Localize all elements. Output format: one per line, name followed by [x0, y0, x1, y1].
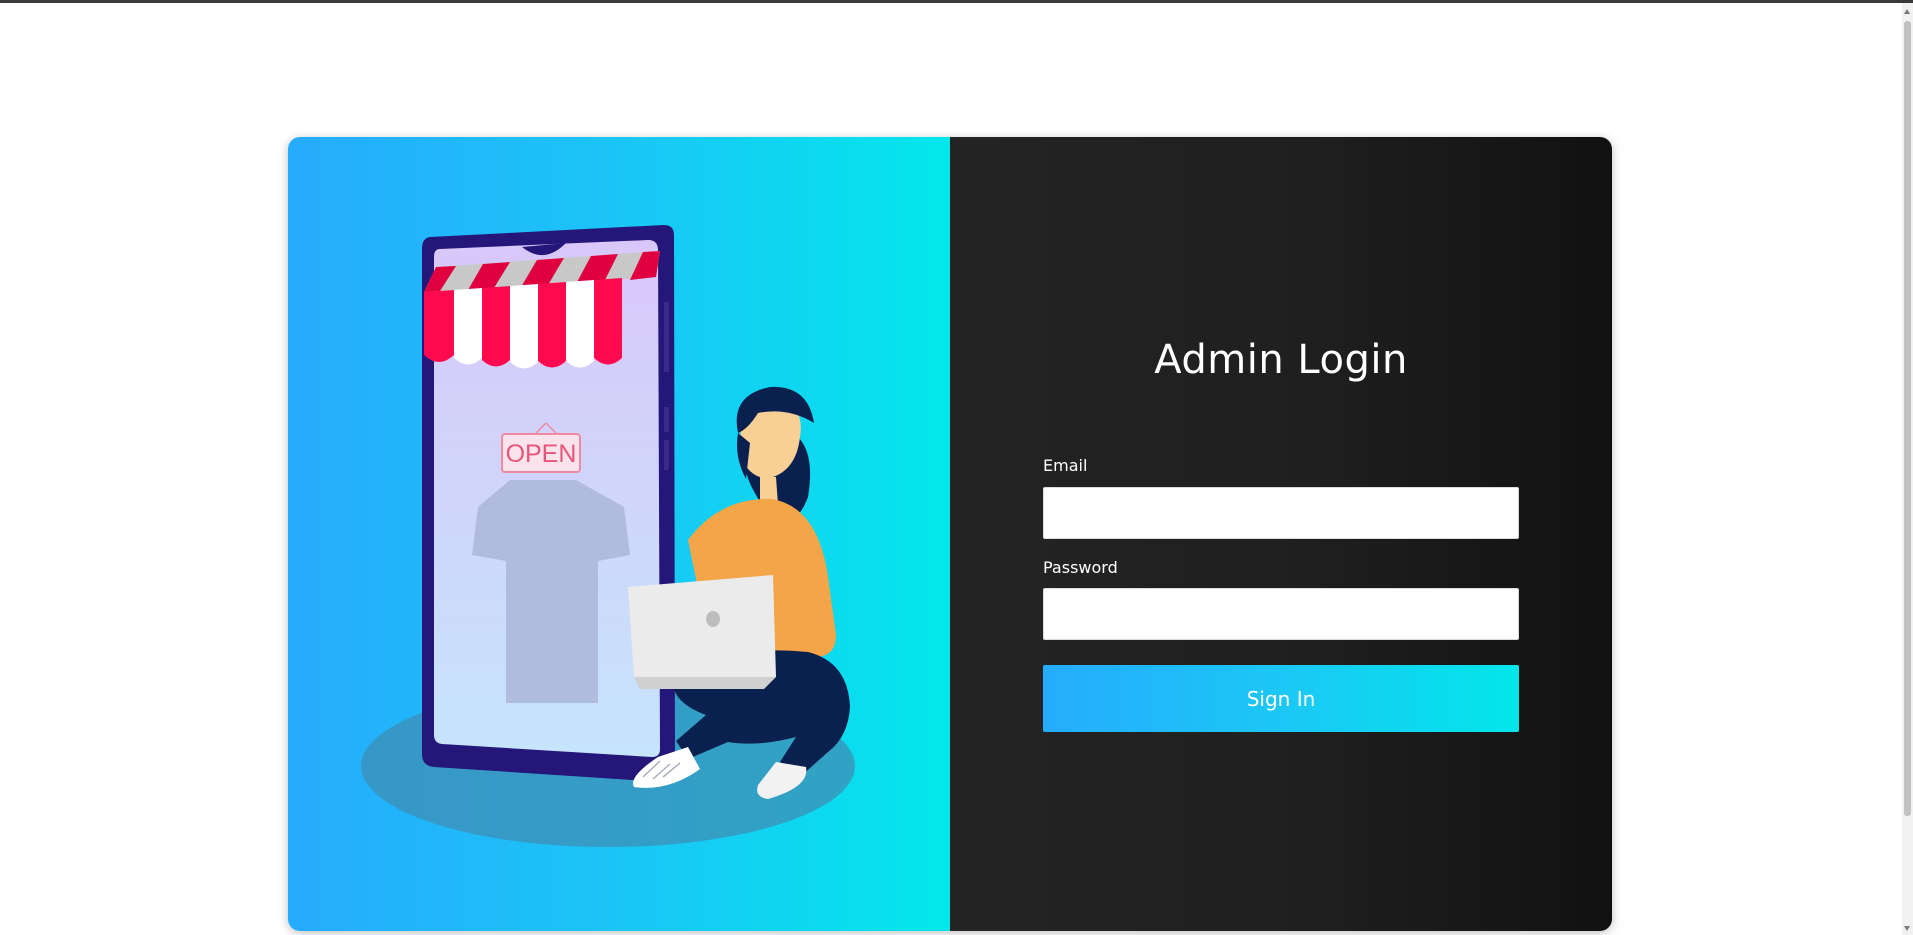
password-field[interactable]	[1043, 588, 1519, 640]
page-title: Admin Login	[1154, 337, 1408, 383]
email-label: Email	[1043, 456, 1088, 475]
scrollbar-thumb[interactable]	[1904, 21, 1911, 816]
login-card: OPEN Admin Login Email Password Sign In	[288, 137, 1612, 931]
window-top-edge	[0, 0, 1913, 3]
shop-illustration: OPEN	[361, 225, 855, 847]
illustration-panel: OPEN	[288, 137, 950, 931]
email-field[interactable]	[1043, 487, 1519, 539]
page-scrollbar[interactable]	[1902, 3, 1913, 935]
password-label: Password	[1043, 558, 1118, 577]
login-panel: Admin Login Email Password Sign In	[950, 137, 1612, 931]
open-sign-text: OPEN	[506, 440, 577, 468]
sign-in-button[interactable]: Sign In	[1043, 665, 1519, 732]
scroll-down-icon[interactable]	[1904, 926, 1910, 931]
scroll-up-icon[interactable]	[1904, 9, 1910, 14]
